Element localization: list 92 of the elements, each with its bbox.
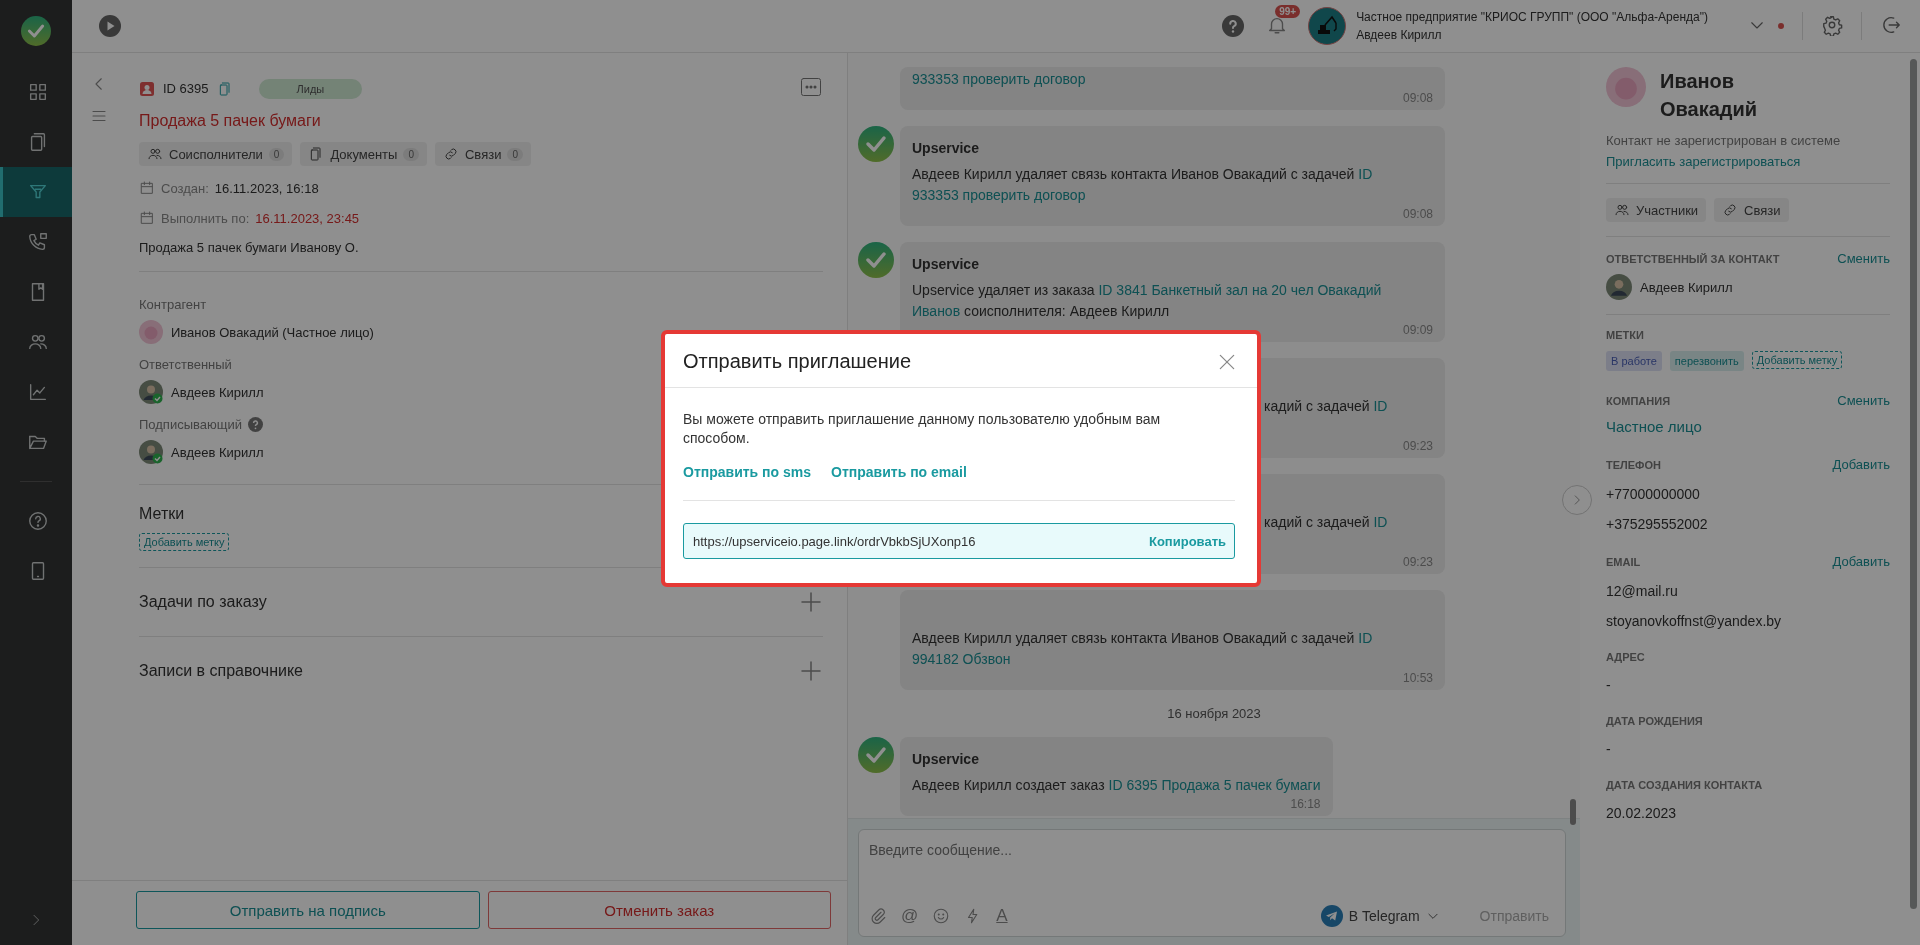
field-label: ДАТА СОЗДАНИЯ КОНТАКТА — [1606, 779, 1763, 791]
order-title: Продажа 5 пачек бумаги — [139, 112, 322, 130]
invite-link[interactable]: Пригласить зарегистрироваться — [1606, 154, 1801, 169]
person-name: Авдеев Кирилл — [171, 384, 264, 400]
message-time: 09:08 — [1402, 206, 1433, 222]
add-tag-button[interactable]: Добавить метку — [139, 533, 230, 551]
date-divider: 16 ноября 2023 — [1167, 706, 1261, 721]
contact-name: Иванов Овакадий — [1660, 69, 1759, 122]
field-value: 20.02.2023 — [1606, 805, 1678, 821]
field-value: - — [1606, 741, 1612, 757]
message-text: Авдеев Кирилл удаляет связь контакта Иванов Овакадий с задачей ID 933353 проверить договор — [912, 165, 1374, 205]
chip-button[interactable]: Связи — [1714, 198, 1789, 222]
chip-button[interactable]: Связи 0 — [435, 142, 531, 166]
count-badge: 0 — [403, 147, 419, 161]
field-label: КОМПАНИЯ — [1606, 395, 1671, 407]
action-link[interactable]: Сменить — [1837, 393, 1890, 408]
sender-name: Upservice — [912, 750, 980, 769]
chip-button[interactable]: Соисполнители 0 — [139, 142, 293, 166]
dialog-text: Вы можете отправить приглашение данному пользователю удобным вам способом. — [683, 410, 1162, 448]
send-link[interactable]: Отправить по email — [831, 464, 967, 480]
date-value: 16.11.2023, 16:18 — [214, 180, 319, 196]
field-label: ОТВЕТСТВЕННЫЙ ЗА КОНТАКТ — [1606, 253, 1780, 265]
change-link[interactable]: Сменить — [1837, 251, 1890, 266]
mention-button[interactable]: @ — [901, 906, 919, 926]
action-link[interactable]: Добавить — [1832, 554, 1890, 569]
message-text: Авдеев Кирилл создает заказ ID 6395 Продажа 5 пачек бумаги — [912, 776, 1321, 795]
field-label: АДРЕС — [1606, 651, 1645, 663]
message-link[interactable]: ID 3841 Банкетный зал на 20 чел Овакадий — [1098, 282, 1382, 298]
channel-selector[interactable]: В Telegram — [1314, 904, 1446, 928]
date-label: Создан: — [161, 180, 209, 196]
field-value: stoyanovkoffnst@yandex.by — [1606, 613, 1783, 629]
order-id: ID 6395 — [163, 81, 209, 96]
message-time: 09:23 — [1402, 554, 1433, 570]
action-link[interactable]: Добавить — [1832, 457, 1890, 472]
field-value: - — [1606, 677, 1612, 693]
message-link[interactable]: Иванов — [912, 303, 961, 319]
chip-button[interactable]: Участники — [1606, 198, 1707, 222]
message-link[interactable]: ID — [1373, 514, 1388, 530]
message-time: 10:53 — [1402, 670, 1433, 686]
message-link[interactable]: 933353 проверить договор — [912, 71, 1086, 87]
message-link[interactable]: 994182 Обзвон — [912, 651, 1011, 667]
tag[interactable]: перезвонить — [1669, 351, 1744, 371]
field-label: ДАТА РОЖДЕНИЯ — [1606, 715, 1703, 727]
tag[interactable]: В работе — [1606, 351, 1662, 371]
submit-button[interactable]: Отправить на подпись — [136, 891, 480, 929]
message-link[interactable]: ID — [1358, 630, 1373, 646]
send-link[interactable]: Отправить по sms — [683, 464, 812, 480]
copy-button[interactable]: Копировать — [1149, 533, 1226, 549]
section-title: Метки — [139, 505, 186, 523]
message-input[interactable]: Введите сообщение... — [869, 842, 1555, 858]
sender-name: Upservice — [912, 139, 980, 158]
contact-status: Контакт не зарегистрирован в системе — [1606, 133, 1842, 148]
cancel-button[interactable]: Отменить заказ — [487, 891, 831, 929]
field-value: +375295552002 — [1606, 516, 1709, 532]
url-field[interactable]: https://upserviceio.page.link/ordrVbkbSjUXonp16 Копировать — [683, 523, 1235, 559]
person-name: Иванов Овакадий (Частное лицо) — [171, 324, 374, 340]
message-link[interactable]: 933353 проверить договор — [912, 187, 1086, 203]
field-label: Контрагент — [139, 297, 207, 312]
field-label: Подписывающий — [139, 417, 242, 432]
message-text: Upservice удаляет из заказа ID 3841 Банкетный зал на 20 чел Овакадий Иванов соисполнителя: Авдеев Кирилл — [912, 281, 1383, 321]
message-time: 09:23 — [1402, 438, 1433, 454]
chip-button[interactable]: Документы 0 — [300, 142, 427, 166]
section-title: Записи в справочнике — [139, 662, 303, 680]
message-link[interactable]: ID — [1373, 398, 1388, 414]
message-link[interactable]: ID 6395 Продажа 5 пачек бумаги — [1108, 777, 1321, 793]
message-text: Авдеев Кирилл удаляет связь контакта Иванов Овакадий с задачей ID 994182 Обзвон — [912, 629, 1374, 669]
notification-badge: 99+ — [1275, 4, 1301, 18]
person-name: Авдеев Кирилл — [171, 444, 264, 460]
company-name: Частное предприятие "КРИОС ГРУПП" (ООО "Альфа-Аренда") — [1356, 10, 1708, 24]
field-label: МЕТКИ — [1606, 329, 1645, 341]
format-button[interactable]: A — [996, 906, 1008, 926]
message-time: 09:08 — [1402, 90, 1433, 106]
dialog-title: Отправить приглашение — [683, 350, 911, 373]
date-label: Выполнить по: — [161, 210, 250, 226]
count-badge: 0 — [507, 147, 523, 161]
message-link[interactable]: ID — [1358, 166, 1373, 182]
add-tag-button[interactable]: Добавить метку — [1751, 351, 1843, 369]
section-title: Задачи по заказу — [139, 593, 267, 611]
field-value: +77000000000 — [1606, 486, 1701, 502]
field-label: Ответственный — [139, 357, 232, 372]
field-label: EMAIL — [1606, 556, 1641, 568]
count-badge: 0 — [268, 147, 285, 161]
field-label: ТЕЛЕФОН — [1606, 459, 1661, 471]
order-description: Продажа 5 пачек бумаги Иванову О. — [139, 240, 360, 255]
date-value: 16.11.2023, 23:45 — [255, 210, 360, 226]
message-time: 16:18 — [1290, 796, 1321, 812]
sender-name: Upservice — [912, 255, 980, 274]
stage-pill: Лиды — [258, 78, 363, 99]
user-name: Авдеев Кирилл — [1356, 28, 1443, 42]
person-name: Авдеев Кирилл — [1640, 279, 1733, 295]
company-link[interactable]: Частное лицо — [1606, 418, 1890, 435]
field-value: 12@mail.ru — [1606, 583, 1679, 599]
